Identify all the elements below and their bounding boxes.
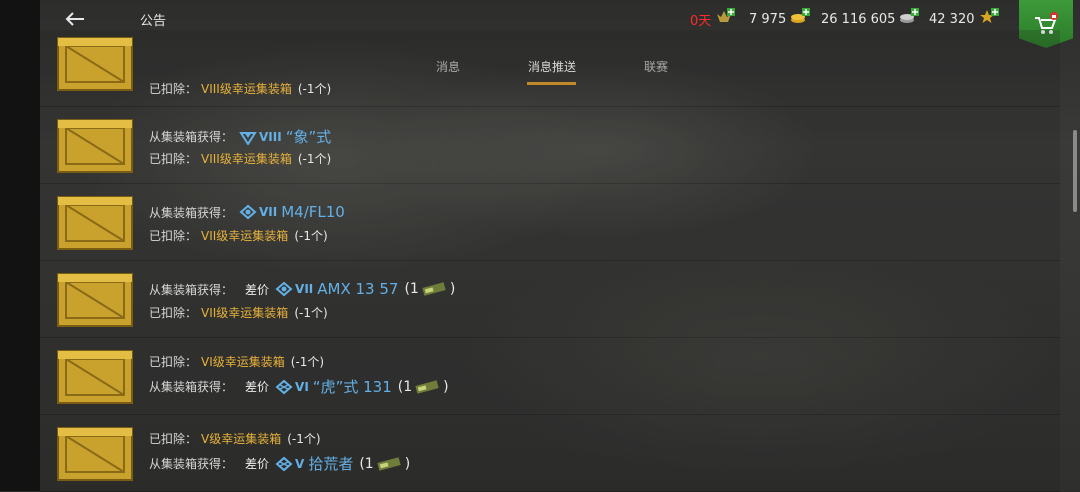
back-button[interactable] bbox=[60, 6, 90, 32]
tank-name: “虎”式 131 bbox=[312, 378, 392, 396]
credits-value: 26 116 605 bbox=[821, 11, 896, 27]
tank-reward: VIII “象”式 bbox=[239, 126, 331, 147]
equipment-icon bbox=[422, 282, 446, 296]
tank-name: 拾荒者 bbox=[308, 455, 354, 473]
deducted-count: (-1个) bbox=[294, 229, 328, 243]
deducted-label: 已扣除： bbox=[149, 306, 198, 320]
gold-container-icon bbox=[57, 273, 133, 327]
compensation-qty: (1 bbox=[404, 281, 419, 297]
free-xp-value: 42 320 bbox=[929, 11, 975, 27]
obtained-label: 从集装箱获得： bbox=[149, 130, 234, 144]
price-difference-label: 差价 bbox=[245, 282, 270, 297]
silver-coin-icon bbox=[899, 8, 920, 30]
tank-type-icon bbox=[239, 131, 257, 145]
tank-tier: VII bbox=[295, 282, 314, 296]
tank-tier: V bbox=[295, 456, 305, 471]
deducted-count: (-1个) bbox=[290, 355, 325, 369]
tank-type-icon bbox=[275, 281, 293, 297]
tank-reward: VI “虎”式 131 (1 ) bbox=[275, 376, 449, 397]
compensation-qty: (1 bbox=[359, 455, 374, 472]
tank-type-icon bbox=[239, 204, 257, 220]
left-edge-bar bbox=[0, 0, 40, 491]
back-arrow-icon bbox=[65, 12, 84, 26]
list-item[interactable]: 从集装箱获得： 差价 VII AMX 13 57 (1 ) 已扣除： VII级幸… bbox=[40, 261, 1060, 338]
tank-type-icon bbox=[275, 456, 293, 471]
price-difference-label: 差价 bbox=[245, 457, 270, 471]
deducted-line: 已扣除： VIII级幸运集装箱 (-1个) bbox=[149, 80, 331, 97]
credits-balance[interactable]: 26 116 605 bbox=[821, 8, 920, 30]
deducted-label: 已扣除： bbox=[149, 82, 198, 96]
obtained-line: 从集装箱获得： VIII “象”式 bbox=[149, 126, 331, 147]
obtained-line: 从集装箱获得： VII M4/FL10 bbox=[149, 203, 345, 221]
container-name: VII级幸运集装箱 bbox=[201, 306, 289, 320]
obtained-line: 从集装箱获得： 差价 V 拾荒者 (1 ) bbox=[149, 453, 410, 474]
tank-tier: VIII bbox=[259, 129, 282, 144]
tank-reward: VII AMX 13 57 (1 ) bbox=[275, 280, 455, 298]
compensation-qty-close: ) bbox=[404, 455, 411, 472]
tank-tier: VI bbox=[295, 379, 309, 394]
compensation-qty-close: ) bbox=[449, 281, 456, 297]
page-title: 公告 bbox=[140, 14, 167, 29]
free-xp-star-icon bbox=[979, 8, 999, 30]
tank-name: AMX 13 57 bbox=[317, 280, 399, 298]
container-name: VII级幸运集装箱 bbox=[201, 229, 289, 243]
free-xp-balance[interactable]: 42 320 bbox=[929, 8, 999, 30]
deducted-count: (-1个) bbox=[294, 306, 328, 320]
container-name: V级幸运集装箱 bbox=[201, 432, 282, 446]
container-name: VI级幸运集装箱 bbox=[201, 355, 285, 369]
container-name: VIII级幸运集装箱 bbox=[201, 152, 292, 166]
premium-days-value: 0天 bbox=[690, 13, 712, 29]
obtained-line: 从集装箱获得： 差价 VII AMX 13 57 (1 ) bbox=[149, 280, 455, 298]
premium-days[interactable]: 0天 bbox=[690, 8, 736, 30]
gold-container-icon bbox=[57, 119, 133, 173]
list-item[interactable]: 已扣除： VI级幸运集装箱 (-1个) 从集装箱获得： 差价 VI “虎”式 1… bbox=[40, 338, 1060, 415]
tank-name: “象”式 bbox=[285, 128, 332, 146]
obtained-line: 从集装箱获得： 差价 VI “虎”式 131 (1 ) bbox=[149, 376, 449, 397]
deducted-count: (-1个) bbox=[287, 432, 321, 446]
list-item[interactable]: 从集装箱获得： VII M4/FL10 已扣除： VII级幸运集装箱 (-1个) bbox=[40, 184, 1060, 261]
deducted-count: (-1个) bbox=[297, 152, 332, 166]
deducted-label: 已扣除： bbox=[149, 432, 198, 446]
compensation-qty-close: ) bbox=[443, 378, 449, 395]
deducted-line: 已扣除： VII级幸运集装箱 (-1个) bbox=[149, 227, 328, 244]
tank-reward: V 拾荒者 (1 ) bbox=[275, 453, 410, 474]
compensation-qty: (1 bbox=[397, 378, 413, 395]
gold-coin-icon bbox=[790, 8, 811, 30]
obtained-label: 从集装箱获得： bbox=[149, 457, 234, 471]
list-item[interactable]: 从集装箱获得： VIII “象”式 已扣除： VIII级幸运集装箱 (-1个) bbox=[40, 107, 1060, 184]
gold-value: 7 975 bbox=[749, 11, 787, 27]
tank-name: M4/FL10 bbox=[281, 203, 345, 221]
deducted-line: 已扣除： VII级幸运集装箱 (-1个) bbox=[149, 304, 328, 321]
deducted-line: 已扣除： VIII级幸运集装箱 (-1个) bbox=[149, 150, 331, 167]
gold-balance[interactable]: 7 975 bbox=[749, 8, 811, 30]
gold-container-icon bbox=[57, 196, 133, 250]
price-difference-label: 差价 bbox=[245, 380, 270, 394]
container-name: VIII级幸运集装箱 bbox=[201, 82, 292, 96]
obtained-label: 从集装箱获得： bbox=[149, 380, 234, 394]
deducted-label: 已扣除： bbox=[149, 152, 198, 166]
premium-icon bbox=[715, 8, 736, 30]
equipment-icon bbox=[377, 456, 401, 471]
gold-container-icon bbox=[57, 37, 133, 91]
gold-container-icon bbox=[57, 427, 133, 481]
equipment-icon bbox=[415, 379, 439, 394]
deducted-label: 已扣除： bbox=[149, 355, 198, 369]
tank-reward: VII M4/FL10 bbox=[239, 203, 345, 221]
list-item[interactable]: 已扣除： VIII级幸运集装箱 (-1个) bbox=[40, 30, 1060, 107]
list-item[interactable]: 已扣除： V级幸运集装箱 (-1个) 从集装箱获得： 差价 V 拾荒者 (1 ) bbox=[40, 415, 1060, 492]
obtained-label: 从集装箱获得： bbox=[149, 205, 234, 220]
scrollbar[interactable] bbox=[1073, 130, 1077, 212]
tank-tier: VII bbox=[259, 205, 278, 219]
deducted-line: 已扣除： V级幸运集装箱 (-1个) bbox=[149, 430, 321, 447]
tank-type-icon bbox=[275, 379, 293, 394]
gold-container-icon bbox=[57, 350, 133, 404]
deducted-count: (-1个) bbox=[297, 82, 332, 96]
obtained-label: 从集装箱获得： bbox=[149, 282, 234, 297]
deducted-line: 已扣除： VI级幸运集装箱 (-1个) bbox=[149, 353, 324, 370]
deducted-label: 已扣除： bbox=[149, 229, 198, 243]
